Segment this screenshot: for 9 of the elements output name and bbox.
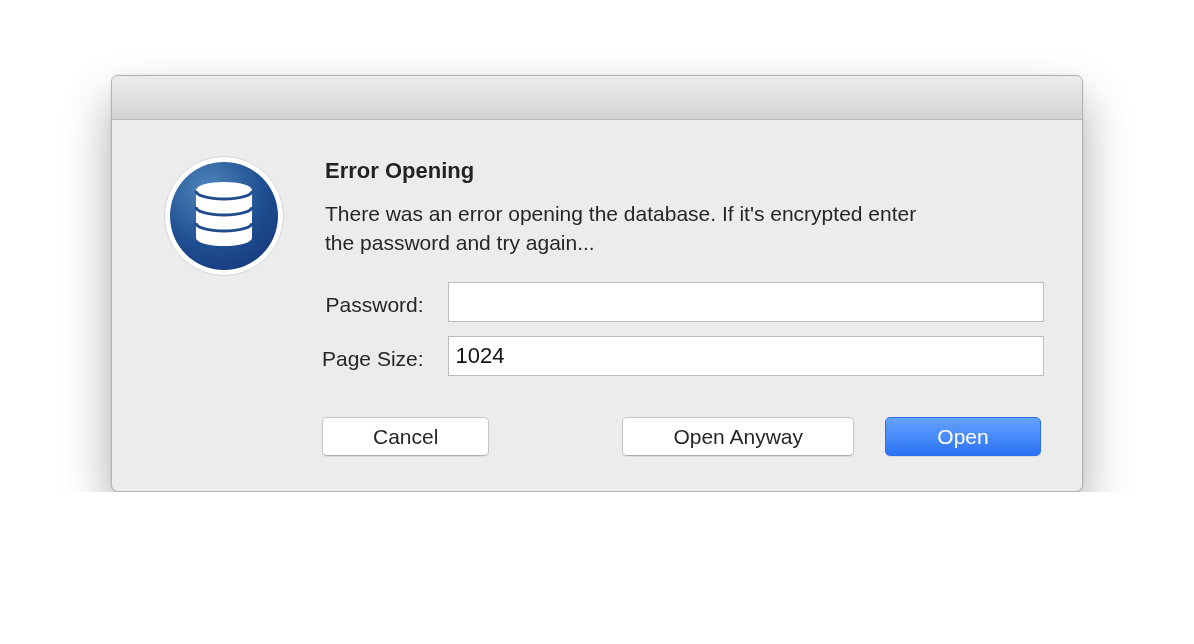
open-anyway-button[interactable]: Open Anyway — [622, 417, 854, 456]
cancel-button[interactable]: Cancel — [322, 417, 490, 456]
dialog-message: There was an error opening the database. If it's encrypted enter the password and try again... — [325, 201, 918, 256]
dialog-title: Error Opening — [325, 157, 476, 185]
field-label: Password: — [325, 292, 424, 318]
database-icon — [164, 156, 284, 276]
password-field[interactable] — [447, 282, 1044, 322]
page-size-field[interactable]: 1024 — [447, 336, 1044, 376]
field-label: Page Size: — [322, 346, 424, 372]
